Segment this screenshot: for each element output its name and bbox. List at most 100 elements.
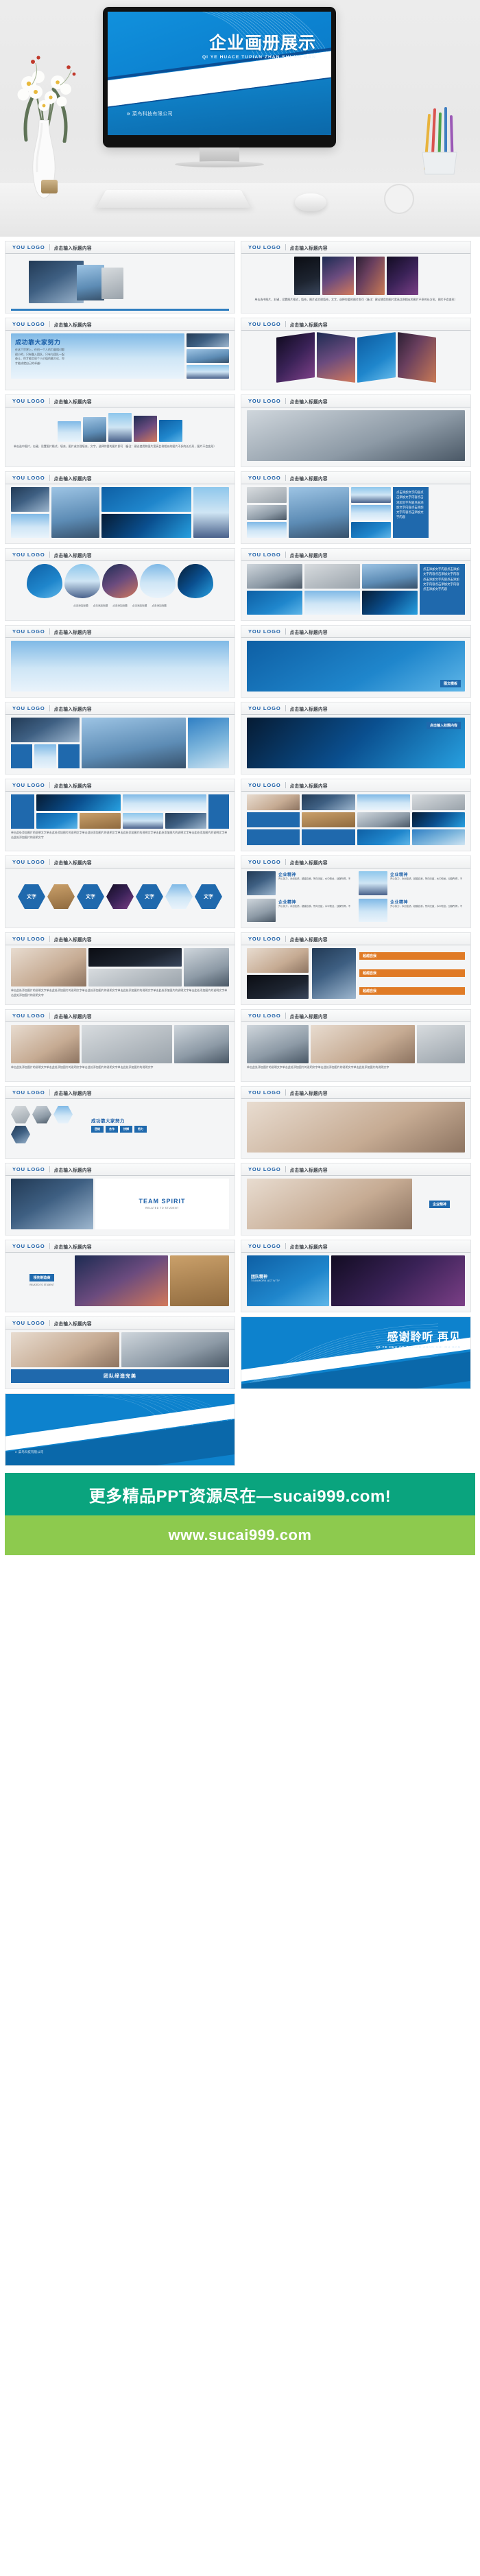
slide-header: YOU LOGO 点击输入标题内容 bbox=[5, 1010, 235, 1022]
slide-body bbox=[241, 1099, 470, 1158]
hexagon-photo bbox=[32, 1105, 51, 1124]
slide-thumbnail[interactable]: YOU LOGO 点击输入标题内容 团队缔造完美 bbox=[5, 1316, 235, 1389]
desk-object bbox=[41, 180, 58, 193]
slide-thumbnail[interactable]: YOU LOGO 点击输入标题内容 点击添加标题 点击添加标题 点击添加标题 点… bbox=[5, 548, 235, 621]
slide-thumbnail[interactable]: YOU LOGO 点击输入标题内容 图文模板 bbox=[241, 625, 471, 698]
card-title: 企业精神 bbox=[278, 873, 297, 877]
header-divider bbox=[49, 936, 50, 942]
photo-tile bbox=[187, 365, 229, 379]
slide-thumbnail[interactable]: YOU LOGO 点击输入标题内容 团队精神 TEAMWORK ACTIVITY bbox=[241, 1240, 471, 1312]
slide-thumbnail[interactable]: YOU LOGO 点击输入标题内容 超越自我 超越自我 超越自我 bbox=[241, 932, 471, 1005]
slide-thumbnail[interactable]: 感谢聆听 再见 QI YE HUA CE TUPIAN ZHAN SHI MU … bbox=[241, 1316, 471, 1389]
hexagon-photo bbox=[53, 1105, 73, 1124]
slide-thumbnail[interactable]: YOU LOGO 点击输入标题内容 单击选中图片，右键，设置图片格式，填充，图片… bbox=[241, 241, 471, 314]
photo-tile bbox=[247, 1025, 309, 1063]
photo-tile bbox=[11, 487, 49, 512]
photo-tile bbox=[29, 261, 84, 303]
photo-tile bbox=[101, 487, 191, 512]
circle-label: 点击添加标题 bbox=[73, 604, 88, 607]
slide-title: 点击输入标题内容 bbox=[53, 937, 92, 943]
slide-thumbnail[interactable]: YOU LOGO 点击输入标题内容 bbox=[241, 318, 471, 390]
slide-thumbnail[interactable]: YOU LOGO 点击输入标题内容 单击选中图片，右键，设置图片格式，填充，图片… bbox=[5, 394, 235, 467]
slide-thumbnail[interactable]: » 菜鸟科技有限公司 bbox=[5, 1393, 235, 1466]
monitor-base bbox=[175, 161, 264, 167]
photo-circle bbox=[140, 564, 176, 598]
photo-tile bbox=[11, 948, 86, 986]
slide-thumbnail[interactable]: YOU LOGO 点击输入标题内容 bbox=[5, 779, 235, 851]
photo-tile bbox=[188, 718, 229, 768]
slide-thumbnail[interactable]: YOU LOGO 点击输入标题内容 bbox=[241, 548, 471, 621]
slide-thumbnail[interactable]: YOU LOGO 点击输入标题内容 bbox=[241, 394, 471, 467]
slide-thumbnail[interactable]: YOU LOGO 点击输入标题内容 TEAM SPIRIT RELATED TO… bbox=[5, 1163, 235, 1236]
slide-thumbnail[interactable]: YOU LOGO 点击输入标题内容 成功靠大家努力 团结 合作 拼搏 努力 bbox=[5, 1086, 235, 1159]
slide-thumbnail[interactable]: YOU LOGO 点击输入标题内容 bbox=[241, 1086, 471, 1159]
slide-title: 点击输入标题内容 bbox=[53, 1014, 92, 1019]
closing-slide: 感谢聆听 再见 QI YE HUA CE TUPIAN ZHAN SHI MU … bbox=[241, 1317, 470, 1389]
slide-header: YOU LOGO 点击输入标题内容 bbox=[241, 933, 470, 945]
photo-tile bbox=[165, 812, 206, 829]
photo-tile bbox=[187, 349, 229, 363]
card-title: 企业精神 bbox=[390, 900, 409, 905]
photo-tile bbox=[411, 829, 465, 846]
slide-thumbnail[interactable]: YOU LOGO 点击输入标题内容 企业精神 齐心协力，永创佳绩，超越自我，所向… bbox=[241, 855, 471, 928]
slide-body bbox=[241, 792, 470, 851]
chip: 努力 bbox=[134, 1125, 147, 1133]
slide-thumbnail[interactable]: YOU LOGO 点击输入标题内容 bbox=[241, 779, 471, 851]
hero-title-en: QI YE HUACE TUPIAN ZHAN SHI MU BAN bbox=[202, 55, 316, 60]
photo-tile bbox=[11, 718, 80, 742]
header-divider bbox=[285, 475, 286, 481]
photo-tile bbox=[312, 948, 356, 999]
photo-tile bbox=[77, 265, 104, 300]
photo-tile bbox=[122, 794, 206, 811]
photo-tile: 团队精神 TEAMWORK ACTIVITY bbox=[247, 1255, 329, 1306]
photo-tile bbox=[247, 522, 287, 539]
slide-thumbnail[interactable]: YOU LOGO 点击输入标题内容 bbox=[5, 625, 235, 698]
slide-header: YOU LOGO 点击输入标题内容 bbox=[5, 1087, 235, 1099]
slide-thumbnail[interactable]: YOU LOGO 点击输入标题内容 bbox=[5, 702, 235, 775]
slide-thumbnail[interactable]: YOU LOGO 点击输入标题内容 成功靠大家努力 在这个世界上，任何一个人的力… bbox=[5, 318, 235, 390]
website-banner[interactable]: www.sucai999.com bbox=[5, 1515, 475, 1555]
photo-tile bbox=[357, 794, 410, 810]
slide-thumbnail[interactable]: YOU LOGO 点击输入标题内容 点击输入标题内容 bbox=[241, 702, 471, 775]
slide-thumbnail[interactable]: YOU LOGO 点击输入标题内容 企业精神 bbox=[241, 1163, 471, 1236]
photo-tile bbox=[170, 1255, 229, 1306]
slide-badge: 团队精神 bbox=[251, 1275, 268, 1279]
monitor-stand bbox=[200, 147, 239, 163]
card-body: 齐心协力，永创佳绩，超越自我，所向无敌，水中蛟龙，战旗所得，不 bbox=[278, 877, 351, 880]
circle-label: 点击添加标题 bbox=[152, 604, 167, 607]
color-block bbox=[11, 744, 33, 768]
promo-banner[interactable]: 更多精品PPT资源尽在—sucai999.com! bbox=[5, 1473, 475, 1515]
slide-thumbnail[interactable]: YOU LOGO 点击输入标题内容 单击此处添加图片的说明文字单击此处添加图片的… bbox=[5, 1009, 235, 1082]
slide-title: 点击输入标题内容 bbox=[289, 322, 328, 328]
header-divider bbox=[285, 398, 286, 404]
slide-header: YOU LOGO 点击输入标题内容 bbox=[241, 626, 470, 638]
slide-thumbnail[interactable]: YOU LOGO 点击输入标题内容 bbox=[5, 471, 235, 544]
slide-logo: YOU LOGO bbox=[12, 705, 45, 711]
slide-header: YOU LOGO 点击输入标题内容 bbox=[5, 241, 235, 254]
keyboard bbox=[96, 189, 251, 208]
card-title: 企业精神 bbox=[390, 873, 409, 877]
slide-thumbnail[interactable]: YOU LOGO 点击输入标题内容 bbox=[241, 471, 471, 544]
header-divider bbox=[285, 936, 286, 942]
photo-tile bbox=[51, 487, 99, 538]
cover-company-label: 菜鸟科技有限公司 bbox=[18, 1450, 44, 1454]
photo-tile bbox=[174, 1025, 229, 1063]
slide-thumbnail[interactable]: YOU LOGO 点击输入标题内容 文字 文字 文字 文字 bbox=[5, 855, 235, 928]
photo-circle bbox=[178, 564, 213, 598]
photo-tile bbox=[397, 332, 436, 383]
slide-header: YOU LOGO 点击输入标题内容 bbox=[241, 702, 470, 715]
slide-title: 点击输入标题内容 bbox=[53, 399, 92, 405]
photo-tile bbox=[108, 413, 132, 442]
slide-thumbnail[interactable]: YOU LOGO 点击输入标题内容 bbox=[5, 241, 235, 314]
slide-header: YOU LOGO 点击输入标题内容 bbox=[5, 933, 235, 945]
slide-body: 单击选中图片，右键，设置图片格式，填充，图片或文理填充，文字，选择你要的图片即可… bbox=[241, 254, 470, 313]
photo-tile bbox=[134, 416, 157, 442]
header-divider bbox=[285, 321, 286, 327]
slide-thumbnail[interactable]: YOU LOGO 点击输入标题内容 单击此处添加图片的说明文字单击此处添加图片的… bbox=[241, 1009, 471, 1082]
slide-header: YOU LOGO 点击输入标题内容 bbox=[5, 1317, 235, 1330]
slide-thumbnail[interactable]: YOU LOGO 点击输入标题内容 领先制造商 RELATED TO STUDE… bbox=[5, 1240, 235, 1312]
slide-title: 点击输入标题内容 bbox=[53, 1244, 92, 1250]
circle-label: 点击添加标题 bbox=[132, 604, 147, 607]
slide-thumbnail[interactable]: YOU LOGO 点击输入标题内容 单击此处添加图片的说明文字单击此处添加图片的… bbox=[5, 932, 235, 1005]
slide-header: YOU LOGO 点击输入标题内容 bbox=[5, 549, 235, 561]
